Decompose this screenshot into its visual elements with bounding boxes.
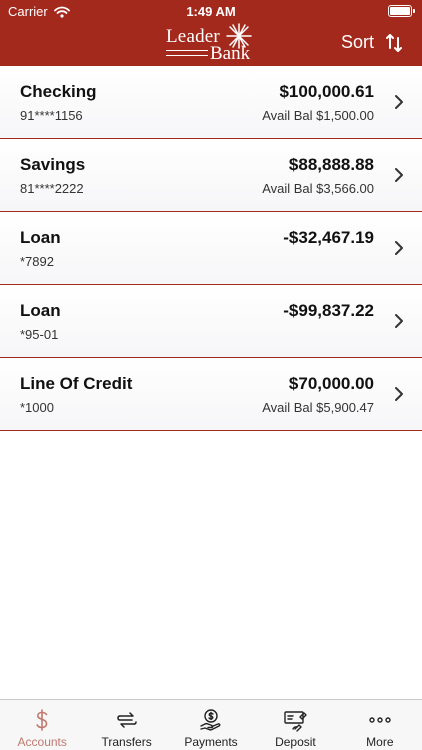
tab-payments[interactable]: Payments: [169, 700, 253, 750]
account-row[interactable]: Line Of Credit *1000 $70,000.00 Avail Ba…: [0, 358, 422, 431]
account-available-balance: Avail Bal $3,566.00: [262, 181, 374, 196]
tab-label: Payments: [184, 735, 238, 749]
leader-bank-logo: Leader Bank: [166, 23, 258, 64]
account-number: 81****2222: [20, 181, 84, 196]
chevron-right-icon: [395, 241, 403, 255]
account-balance: $70,000.00: [288, 374, 374, 393]
account-number: *7892: [20, 254, 54, 269]
chevron-right-icon: [395, 314, 403, 328]
account-available-balance: Avail Bal $5,900.47: [262, 400, 374, 415]
check-deposit-icon: [284, 711, 308, 732]
tab-bar: Accounts Transfers Payments Deposit More: [0, 699, 422, 750]
account-balance: $88,888.88: [288, 155, 374, 174]
dollar-icon: [36, 709, 48, 731]
carrier-label: Carrier: [8, 4, 48, 19]
account-balance: -$99,837.22: [283, 301, 374, 320]
logo-text-bank: Bank: [210, 43, 251, 64]
battery-icon: [388, 5, 415, 17]
tab-label: Accounts: [17, 735, 67, 749]
account-available-balance: Avail Bal $1,500.00: [262, 108, 374, 123]
tab-label: More: [366, 735, 394, 749]
tab-more[interactable]: More: [338, 700, 422, 750]
account-row[interactable]: Savings 81****2222 $88,888.88 Avail Bal …: [0, 139, 422, 212]
account-number: 91****1156: [20, 108, 83, 123]
account-name: Checking: [20, 82, 97, 101]
account-number: *95-01: [20, 327, 59, 342]
account-row[interactable]: Checking 91****1156 $100,000.61 Avail Ba…: [0, 66, 422, 139]
tab-label: Deposit: [275, 735, 316, 749]
account-name: Line Of Credit: [20, 374, 133, 393]
carrier-group: Carrier: [8, 4, 70, 19]
transfer-arrows-icon: [116, 712, 137, 728]
account-name: Loan: [20, 228, 61, 247]
app-header: Carrier 1:49 AM Leader Bank Sort: [0, 0, 422, 66]
wifi-icon: [53, 6, 70, 18]
hand-coin-icon: [200, 709, 221, 731]
account-list: Checking 91****1156 $100,000.61 Avail Ba…: [0, 66, 422, 431]
sort-button[interactable]: Sort: [341, 32, 402, 53]
logo-band: [166, 50, 208, 56]
account-name: Loan: [20, 301, 61, 320]
account-balance: $100,000.61: [279, 82, 374, 101]
chevron-right-icon: [395, 95, 403, 109]
account-balance: -$32,467.19: [283, 228, 374, 247]
account-row[interactable]: Loan *7892 -$32,467.19: [0, 212, 422, 285]
tab-deposit[interactable]: Deposit: [253, 700, 337, 750]
status-bar: Carrier 1:49 AM: [0, 0, 422, 22]
more-dots-icon: [369, 717, 391, 723]
tab-accounts[interactable]: Accounts: [0, 700, 84, 750]
chevron-right-icon: [395, 387, 403, 401]
tab-transfers[interactable]: Transfers: [84, 700, 168, 750]
account-number: *1000: [20, 400, 54, 415]
account-row[interactable]: Loan *95-01 -$99,837.22: [0, 285, 422, 358]
chevron-right-icon: [395, 168, 403, 182]
account-name: Savings: [20, 155, 86, 174]
sort-label: Sort: [340, 32, 374, 52]
sort-arrows-icon: [386, 33, 402, 52]
tab-label: Transfers: [101, 735, 152, 749]
